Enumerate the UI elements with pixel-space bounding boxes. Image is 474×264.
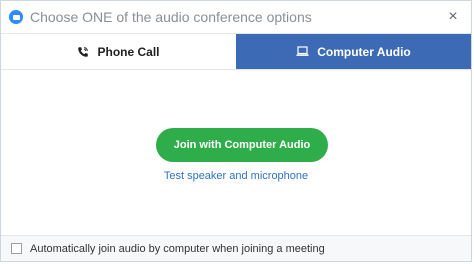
laptop-icon [296, 46, 309, 57]
computer-audio-panel: Join with Computer Audio Test speaker an… [1, 70, 471, 240]
tab-computer-audio[interactable]: Computer Audio [236, 34, 471, 69]
tab-phone-call-label: Phone Call [97, 44, 160, 59]
tab-computer-audio-label: Computer Audio [317, 44, 411, 59]
dialog-title: Choose ONE of the audio conference optio… [30, 9, 312, 25]
phone-icon [77, 46, 89, 58]
auto-join-checkbox[interactable] [11, 243, 22, 254]
test-speaker-microphone-link[interactable]: Test speaker and microphone [1, 170, 471, 182]
join-computer-audio-button[interactable]: Join with Computer Audio [156, 128, 328, 162]
audio-tabs: Phone Call Computer Audio [1, 33, 471, 70]
auto-join-label: Automatically join audio by computer whe… [30, 242, 325, 255]
auto-join-footer: Automatically join audio by computer whe… [1, 235, 471, 261]
zoom-camera-icon [9, 10, 23, 24]
close-icon[interactable]: × [445, 9, 461, 25]
audio-options-dialog: Choose ONE of the audio conference optio… [0, 0, 472, 262]
title-bar: Choose ONE of the audio conference optio… [1, 1, 471, 33]
tab-phone-call[interactable]: Phone Call [1, 34, 236, 69]
